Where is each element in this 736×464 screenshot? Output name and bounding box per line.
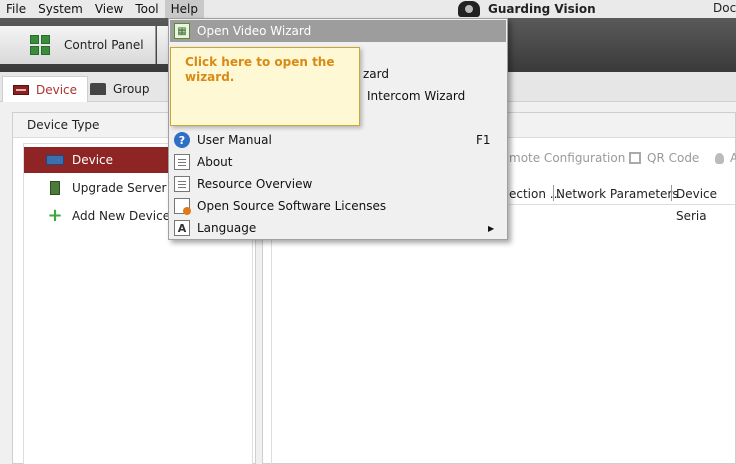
top-right-text[interactable]: Doc: [713, 1, 736, 15]
device-icon: [13, 84, 29, 95]
menu-item-label: Open Source Software Licenses: [197, 199, 387, 213]
tree-item-label: Device: [72, 153, 114, 167]
submenu-arrow-icon: ▶: [488, 223, 495, 233]
menu-item-wizard-partial[interactable]: zard: [363, 67, 389, 81]
qr-code-label: QR Code: [647, 151, 700, 165]
menu-item-resource-overview[interactable]: Resource Overview: [170, 173, 506, 195]
menu-item-about[interactable]: About: [170, 151, 506, 173]
help-icon: ?: [174, 132, 190, 148]
more-tool-label: A: [730, 151, 736, 165]
tab-group[interactable]: Group: [80, 76, 160, 102]
camera-logo-icon: [458, 1, 480, 17]
menu-tool[interactable]: Tool: [129, 0, 164, 18]
tree-item-label: Upgrade Server: [72, 181, 167, 195]
menu-help[interactable]: Help: [164, 0, 204, 18]
bulb-icon: [715, 152, 724, 164]
more-tool-button[interactable]: A: [715, 151, 736, 165]
brand-name: Guarding Vision: [488, 2, 596, 16]
device-icon: [46, 155, 64, 165]
menu-item-language[interactable]: A Language ▶: [170, 217, 506, 239]
column-separator[interactable]: [671, 185, 672, 201]
menu-item-label: Resource Overview: [197, 177, 313, 191]
menu-item-label: About: [197, 155, 233, 169]
tab-group-label: Group: [113, 82, 150, 96]
menu-item-user-manual[interactable]: ? User Manual F1: [170, 129, 506, 151]
column-separator[interactable]: [553, 185, 554, 201]
menu-item-label: Language: [197, 221, 257, 235]
control-panel-button[interactable]: Control Panel: [0, 26, 156, 64]
control-panel-label: Control Panel: [64, 38, 144, 52]
plus-icon: +: [47, 205, 63, 226]
brand: Guarding Vision: [458, 1, 596, 17]
remote-configuration-label: mote Configuration: [509, 151, 626, 165]
column-header-network-parameters[interactable]: Network Parameters: [556, 183, 679, 205]
menu-item-label: User Manual: [197, 133, 272, 147]
shortcut-label: F1: [476, 133, 491, 147]
tab-device[interactable]: Device: [2, 76, 89, 102]
menu-item-intercom-wizard[interactable]: Intercom Wizard: [367, 89, 465, 103]
folder-icon: [90, 83, 106, 95]
tab-device-label: Device: [36, 82, 78, 97]
remote-configuration-button[interactable]: mote Configuration: [509, 151, 625, 165]
server-icon: [50, 181, 60, 195]
language-icon: A: [174, 220, 190, 236]
menu-system[interactable]: System: [32, 0, 89, 18]
menu-file[interactable]: File: [0, 0, 32, 18]
wizard-tooltip: Click here to open the wizard.: [170, 47, 360, 126]
document-icon: [174, 176, 190, 192]
menu-view[interactable]: View: [89, 0, 129, 18]
wizard-icon: ▦: [174, 23, 190, 39]
grid-icon: [30, 35, 50, 55]
menu-item-open-source-licenses[interactable]: Open Source Software Licenses: [170, 195, 506, 217]
menubar: File System View Tool Help: [0, 0, 736, 18]
menu-item-open-video-wizard[interactable]: ▦ Open Video Wizard: [170, 20, 506, 42]
qr-code-button[interactable]: QR Code: [629, 151, 699, 165]
menu-item-label: Open Video Wizard: [197, 24, 312, 38]
qr-code-icon: [629, 152, 641, 164]
document-icon: [174, 154, 190, 170]
column-header-device-serial[interactable]: Device Seria: [676, 183, 735, 223]
license-icon: [174, 198, 191, 215]
